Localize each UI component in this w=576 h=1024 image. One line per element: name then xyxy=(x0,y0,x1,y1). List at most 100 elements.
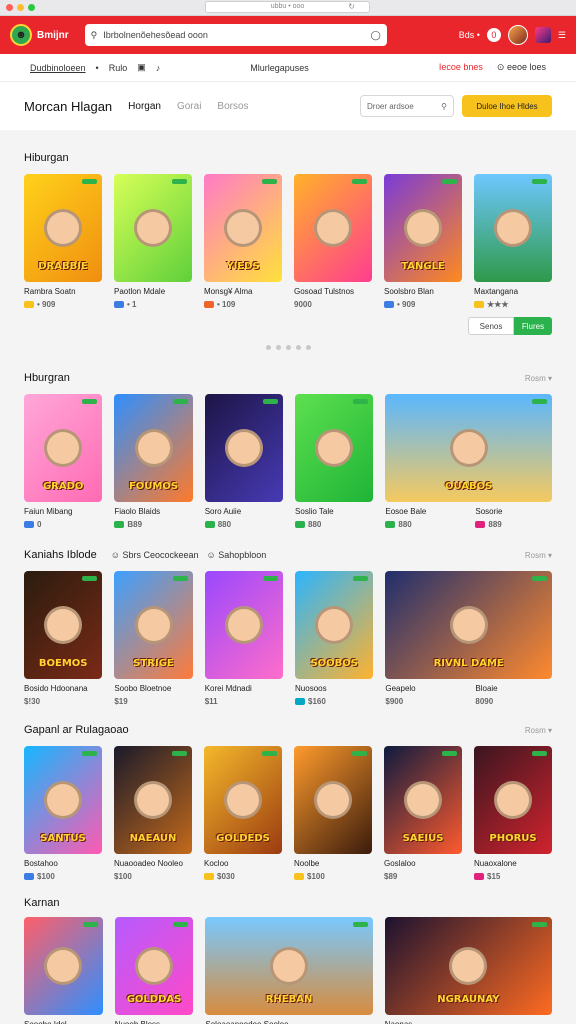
game-title[interactable]: Bloaie xyxy=(475,684,497,693)
game-card[interactable]: OUABOS Eosoe Bale 880 Sosorie 889 xyxy=(385,394,552,529)
more-link[interactable]: Rosm ▾ xyxy=(525,374,552,383)
game-title[interactable]: Nuoob Bless xyxy=(115,1020,194,1024)
game-thumbnail[interactable]: PHORUS xyxy=(474,746,552,854)
filter-search-input[interactable]: Droer ardsoe ⚲ xyxy=(360,95,454,117)
game-thumbnail[interactable]: NGRAUNAY xyxy=(384,917,552,1015)
game-thumbnail[interactable]: TANGLE xyxy=(384,174,462,282)
game-thumbnail[interactable] xyxy=(24,917,103,1015)
pager-dot[interactable] xyxy=(275,345,281,350)
subnav-center-title[interactable]: Mlurlegapuses xyxy=(250,63,309,73)
game-card[interactable]: YIEDS Monsg¥ Alma • 109 xyxy=(204,174,282,309)
game-title[interactable]: Soloaoanoodoe Sooloe xyxy=(205,1020,372,1024)
profile-icon[interactable] xyxy=(534,27,551,43)
search-bar[interactable]: ⚲ Ibrbolnenõehesõead ooon ◯ xyxy=(84,24,387,46)
game-thumbnail[interactable] xyxy=(294,746,372,854)
game-title[interactable]: Gosoad Tulstnos xyxy=(294,287,372,296)
game-card[interactable]: GOLDEDS Kocloo $030 xyxy=(204,746,282,881)
game-thumbnail[interactable]: NAEAUN xyxy=(114,746,192,854)
game-thumbnail[interactable] xyxy=(204,394,284,502)
game-title[interactable]: Noolbe xyxy=(294,859,372,868)
game-thumbnail[interactable]: GOLDEDS xyxy=(204,746,282,854)
game-title[interactable]: Sosorie xyxy=(475,507,502,516)
game-title[interactable]: Nuosoos xyxy=(295,684,373,693)
game-card[interactable]: PHORUS Nuaoxalone $15 xyxy=(474,746,552,881)
address-bar[interactable]: ubbu • ooo ↻ xyxy=(205,1,370,13)
game-card[interactable]: RHEBAN Soloaoanoodoe Sooloe xyxy=(205,917,373,1024)
game-card[interactable]: NAEAUN Nuaooadeo Nooleo $100 xyxy=(114,746,192,881)
game-thumbnail[interactable]: GOLDDAS xyxy=(114,917,194,1015)
game-card[interactable]: NGRAUNAY Naonas xyxy=(384,917,552,1024)
game-title[interactable]: Soolsbro Blan xyxy=(384,287,462,296)
game-card[interactable]: TANGLE Soolsbro Blan • 909 xyxy=(384,174,462,309)
game-thumbnail[interactable]: SOOBOS xyxy=(295,571,374,679)
game-title[interactable]: Monsg¥ Alma xyxy=(204,287,282,296)
subnav-link-red[interactable]: Iecoe bnes xyxy=(439,62,483,73)
section-filter-one[interactable]: ☺ Sbrs Ceocockeean xyxy=(111,550,199,560)
game-card[interactable]: GRADO Faiun Mibang 0 xyxy=(24,394,103,529)
game-card[interactable]: DRABBIE Rambra Soatn • 909 xyxy=(24,174,102,309)
game-thumbnail[interactable]: FOUMOS xyxy=(114,394,193,502)
game-title[interactable]: Rambra Soatn xyxy=(24,287,102,296)
reload-icon[interactable]: ↻ xyxy=(348,2,355,12)
game-card[interactable]: Maxtangana ★★★ xyxy=(474,174,552,309)
game-card[interactable]: Soro Auiie 880 xyxy=(204,394,284,529)
game-card[interactable]: SANTUS Bostahoo $100 xyxy=(24,746,102,881)
game-title[interactable]: Naonas xyxy=(385,1020,552,1024)
site-logo[interactable]: ☻ Bmijnr xyxy=(10,24,69,46)
game-title[interactable]: Kocloo xyxy=(204,859,282,868)
game-card[interactable]: SAEIUS Goslaloo $89 xyxy=(384,746,462,881)
tab-horgan[interactable]: Horgan xyxy=(128,101,161,112)
game-title[interactable]: Soobo Bloetnoe xyxy=(114,684,192,693)
pager-dot[interactable] xyxy=(305,345,311,350)
game-thumbnail[interactable] xyxy=(474,174,552,282)
game-card[interactable]: GOLDDAS Nuoob Bless xyxy=(114,917,194,1024)
game-thumbnail[interactable]: SAEIUS xyxy=(384,746,462,854)
more-link[interactable]: Rosm ▾ xyxy=(525,726,552,735)
game-title[interactable]: Bostahoo xyxy=(24,859,102,868)
game-thumbnail[interactable]: BOEMOS xyxy=(24,571,103,679)
pager-dot[interactable] xyxy=(265,345,271,350)
game-title[interactable]: Maxtangana xyxy=(474,287,552,296)
game-title[interactable]: Paotlon Mdale xyxy=(114,287,192,296)
game-title[interactable]: Korei Mdnadi xyxy=(205,684,283,693)
secondary-button[interactable]: Senos xyxy=(468,317,514,335)
game-title[interactable]: Sooobo Idol xyxy=(24,1020,103,1024)
game-thumbnail[interactable]: RHEBAN xyxy=(205,917,373,1015)
user-avatar[interactable] xyxy=(507,25,528,45)
game-card[interactable]: SOOBOS Nuosoos $160 xyxy=(295,571,374,706)
game-card[interactable]: Soslio Tale 880 xyxy=(295,394,374,529)
game-card[interactable]: FOUMOS Fiaolo Blaids B89 xyxy=(114,394,193,529)
game-card[interactable]: STRIGE Soobo Bloetnoe $19 xyxy=(114,571,193,706)
game-card[interactable]: BOEMOS Bosido Hdoonana $!30 xyxy=(24,571,103,706)
game-thumbnail[interactable]: GRADO xyxy=(24,394,103,502)
camera-icon[interactable]: ◯ xyxy=(371,30,381,41)
game-title[interactable]: Goslaloo xyxy=(384,859,462,868)
tab-borsos[interactable]: Borsos xyxy=(217,101,248,112)
subnav-link-categories[interactable]: Dudbinoloeen xyxy=(30,63,86,73)
game-card[interactable]: Noolbe $100 xyxy=(294,746,372,881)
game-title[interactable]: Geapelo xyxy=(385,684,552,693)
game-card[interactable]: Korei Mdnadi $11 xyxy=(204,571,284,706)
language-selector[interactable]: Bds • xyxy=(459,30,480,40)
game-thumbnail[interactable] xyxy=(204,571,284,679)
minimize-window-button[interactable] xyxy=(17,4,24,11)
game-thumbnail[interactable] xyxy=(114,174,192,282)
game-title[interactable]: Eosoe Bale xyxy=(385,507,552,516)
subnav-link-settings[interactable]: ⊙ eeoe loes xyxy=(497,62,546,73)
close-window-button[interactable] xyxy=(6,4,13,11)
search-input[interactable]: Ibrbolnenõehesõead ooon xyxy=(103,30,364,40)
game-title[interactable]: Nuaoxalone xyxy=(474,859,552,868)
game-thumbnail[interactable] xyxy=(295,394,374,502)
game-thumbnail[interactable]: RIVNL DAME xyxy=(385,571,552,679)
game-thumbnail[interactable] xyxy=(294,174,372,282)
game-thumbnail[interactable]: YIEDS xyxy=(204,174,282,282)
game-card[interactable]: Sooobo Idol xyxy=(24,917,103,1024)
game-title[interactable]: Nuaooadeo Nooleo xyxy=(114,859,192,868)
primary-button[interactable]: Flures xyxy=(514,317,552,335)
game-title[interactable]: Soslio Tale xyxy=(295,507,373,516)
game-title[interactable]: Faiun Mibang xyxy=(24,507,102,516)
game-title[interactable]: Soro Auiie xyxy=(205,507,283,516)
pager-dot[interactable] xyxy=(285,345,291,350)
primary-cta-button[interactable]: Duloe Ihoe Hldes xyxy=(462,95,552,117)
tab-gorai[interactable]: Gorai xyxy=(177,101,201,112)
